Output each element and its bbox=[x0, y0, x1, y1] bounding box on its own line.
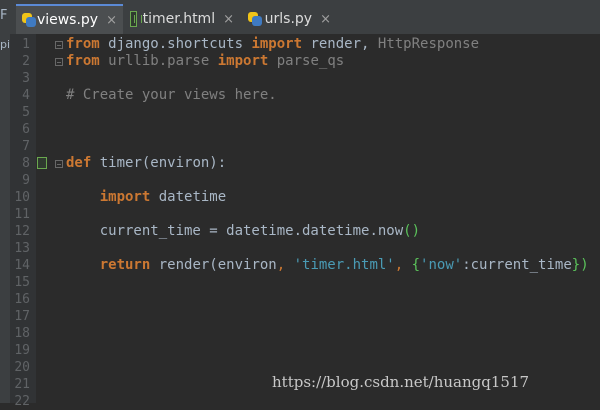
close-icon[interactable]: × bbox=[320, 12, 331, 27]
comma: , bbox=[276, 257, 294, 273]
line-number: 2 bbox=[22, 54, 30, 69]
tab-label: urls.py bbox=[264, 11, 313, 27]
editor-tab-bar: F views.py × timer.html × urls.py × bbox=[0, 0, 600, 35]
html-navigation-marker-icon[interactable] bbox=[37, 157, 47, 169]
comma: , bbox=[361, 36, 378, 52]
line-number: 1 bbox=[22, 37, 30, 52]
line-number: 12 bbox=[14, 224, 30, 239]
code-line-14: return render(environ, 'timer.html', {'n… bbox=[66, 257, 589, 274]
line-number: 7 bbox=[22, 139, 30, 154]
line-number: 15 bbox=[14, 275, 30, 290]
keyword: def bbox=[66, 155, 92, 171]
line-number: 14 bbox=[14, 258, 30, 273]
tab-label: views.py bbox=[36, 12, 99, 28]
code-line-1: from django.shortcuts import render, Htt… bbox=[66, 36, 479, 53]
python-file-icon bbox=[22, 12, 36, 28]
tab-views-py[interactable]: views.py × bbox=[16, 4, 123, 34]
watermark: https://blog.csdn.net/huangq1517 bbox=[272, 373, 530, 391]
line-number: 22 bbox=[14, 394, 30, 409]
line-number: 5 bbox=[22, 105, 30, 120]
keyword: import bbox=[251, 36, 303, 52]
line-number: 11 bbox=[14, 207, 30, 222]
line-number: 17 bbox=[14, 309, 30, 324]
line-number: 18 bbox=[14, 326, 30, 341]
module-name: urllib.parse bbox=[99, 53, 218, 69]
keyword: import bbox=[217, 53, 269, 69]
python-file-icon bbox=[248, 11, 262, 27]
assignment: current_time = datetime.datetime.now bbox=[99, 223, 404, 239]
line-number: 6 bbox=[22, 122, 30, 137]
string-literal: 'now' bbox=[420, 257, 463, 273]
line-number: 10 bbox=[14, 190, 30, 205]
fold-toggle-icon[interactable] bbox=[55, 160, 63, 168]
line-number: 8 bbox=[22, 156, 30, 171]
code-line-2: from urllib.parse import parse_qs bbox=[66, 53, 344, 70]
module-name: django.shortcuts bbox=[99, 36, 252, 52]
brace: { bbox=[411, 257, 421, 273]
tab-urls-py[interactable]: urls.py × bbox=[242, 4, 337, 34]
code-line-8: def timer(environ): bbox=[66, 155, 226, 172]
tab-label: timer.html bbox=[142, 11, 216, 27]
line-number: 13 bbox=[14, 241, 30, 256]
string-literal: 'timer.html' bbox=[293, 257, 395, 273]
function-name: timer bbox=[91, 155, 142, 171]
function-call: render(environ bbox=[150, 257, 277, 273]
line-number: 3 bbox=[22, 71, 30, 86]
import-name: render bbox=[302, 36, 362, 52]
line-number: 16 bbox=[14, 292, 30, 307]
keyword: import bbox=[99, 189, 151, 205]
tab-timer-html[interactable]: timer.html × bbox=[124, 4, 240, 34]
html-file-icon bbox=[130, 11, 142, 27]
project-panel-edge-label: F bbox=[0, 8, 8, 23]
close-icon[interactable]: × bbox=[223, 12, 234, 27]
dict-value: :current_time bbox=[462, 257, 572, 273]
keyword: from bbox=[66, 53, 100, 69]
line-number: 21 bbox=[14, 377, 30, 392]
comma: , bbox=[394, 257, 412, 273]
project-panel-edge[interactable]: F bbox=[0, 0, 12, 34]
import-name: datetime bbox=[150, 189, 227, 205]
close-icon[interactable]: × bbox=[106, 13, 117, 28]
keyword: from bbox=[66, 36, 100, 52]
unused-import-name: HttpResponse bbox=[377, 36, 480, 52]
line-number: 20 bbox=[14, 360, 30, 375]
parameters: (environ): bbox=[141, 155, 227, 171]
line-number: 9 bbox=[22, 173, 30, 188]
line-number: 4 bbox=[22, 88, 30, 103]
code-line-4: # Create your views here. bbox=[66, 87, 277, 103]
brace: }) bbox=[571, 257, 589, 273]
fold-toggle-icon[interactable] bbox=[55, 58, 63, 66]
line-number: 19 bbox=[14, 343, 30, 358]
fold-toggle-icon[interactable] bbox=[55, 41, 63, 49]
keyword: return bbox=[99, 257, 151, 273]
code-line-10: import datetime bbox=[66, 189, 226, 206]
call-parens: () bbox=[403, 223, 421, 239]
unused-import-name: parse_qs bbox=[268, 53, 345, 69]
code-line-12: current_time = datetime.datetime.now() bbox=[66, 223, 420, 240]
